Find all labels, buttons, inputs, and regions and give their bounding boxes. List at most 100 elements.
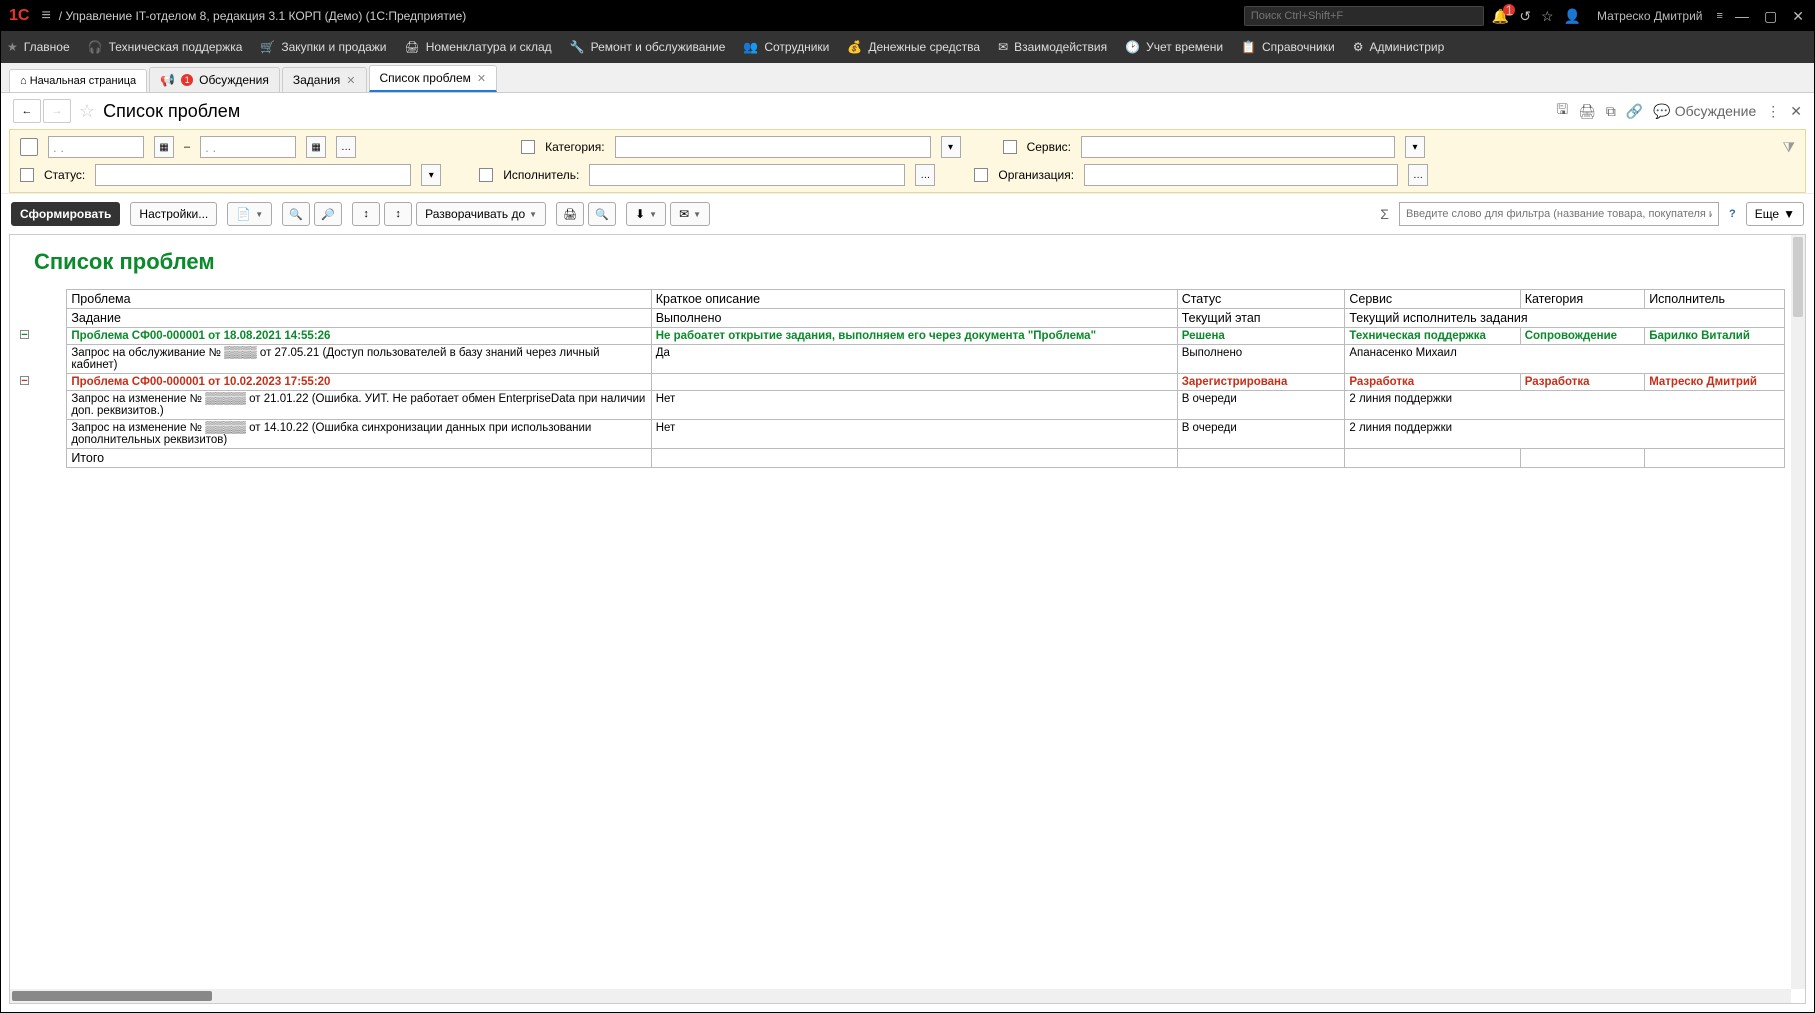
burger-icon[interactable]: ≡ (33, 7, 58, 25)
nav-item-interactions[interactable]: ✉Взаимодействия (998, 40, 1107, 54)
nav-item-repair[interactable]: 🔧Ремонт и обслуживание (570, 40, 726, 54)
find-button[interactable]: 🔍 (282, 202, 310, 226)
print-icon[interactable]: 🖨 (1578, 103, 1596, 120)
form-button[interactable]: Сформировать (11, 202, 120, 226)
col-performer[interactable]: Исполнитель (1645, 290, 1785, 309)
link-icon[interactable]: 🔗 (1626, 103, 1643, 120)
nav-item-stock[interactable]: 🖨Номенклатура и склад (404, 40, 551, 54)
view-menu-icon[interactable]: ≡ (1710, 10, 1728, 22)
performer-checkbox[interactable] (479, 168, 493, 182)
nav-item-main[interactable]: ★Главное (7, 40, 70, 54)
bell-icon[interactable]: 🔔1 (1492, 8, 1509, 25)
org-input[interactable] (1084, 164, 1398, 186)
category-input[interactable] (615, 136, 931, 158)
table-row[interactable]: Запрос на обслуживание № ▒▒▒▒ от 27.05.2… (16, 345, 1785, 374)
back-button[interactable]: ← (13, 99, 41, 123)
nav-item-purchases[interactable]: 🛒Закупки и продажи (260, 40, 386, 54)
sigma-icon[interactable]: Σ (1380, 206, 1389, 222)
period-more-button[interactable]: … (336, 136, 356, 158)
tab-discussions[interactable]: 📢1Обсуждения (149, 67, 280, 92)
nav-item-catalogs[interactable]: 📋Справочники (1241, 40, 1335, 54)
dropdown-icon[interactable]: ▾ (421, 164, 441, 186)
save-report-button[interactable]: ⬇▼ (626, 202, 666, 226)
service-input[interactable] (1081, 136, 1395, 158)
global-search-input[interactable] (1244, 6, 1484, 26)
more-button[interactable]: Еще ▼ (1746, 202, 1804, 226)
nav-item-money[interactable]: 💰Денежные средства (847, 40, 980, 54)
favorite-icon[interactable]: ☆ (79, 101, 95, 122)
nav-item-support[interactable]: 🎧Техническая поддержка (88, 40, 243, 54)
table-row[interactable]: Запрос на изменение № ▒▒▒▒▒ от 21.01.22 … (16, 391, 1785, 420)
nav-item-staff[interactable]: 👥Сотрудники (743, 40, 829, 54)
group-row[interactable]: − Проблема СФ00-000001 от 18.08.2021 14:… (16, 328, 1785, 345)
nav-item-time[interactable]: 🕑Учет времени (1125, 40, 1223, 54)
performer-input[interactable] (589, 164, 905, 186)
calendar-icon[interactable]: ▦ (154, 136, 174, 158)
variants-button[interactable]: 📄▼ (227, 202, 272, 226)
collapse-groups-button[interactable]: ↕ (352, 202, 380, 226)
tab-home[interactable]: ⌂ Начальная страница (9, 69, 147, 92)
dropdown-icon[interactable]: ▾ (1405, 136, 1425, 158)
funnel-icon[interactable]: ⧩ (1783, 139, 1796, 156)
org-checkbox[interactable] (974, 168, 988, 182)
send-report-button[interactable]: ✉▼ (670, 202, 710, 226)
save-icon[interactable]: 🖫 (1556, 99, 1568, 123)
dropdown-icon[interactable]: ▾ (941, 136, 961, 158)
close-icon[interactable]: ✕ (477, 72, 486, 85)
col-summary[interactable]: Краткое описание (651, 290, 1177, 309)
history-icon[interactable]: ↺ (1519, 8, 1531, 25)
print-button[interactable]: 🖨 (556, 202, 584, 226)
forward-button[interactable]: → (43, 99, 71, 123)
group-row[interactable]: − Проблема СФ00-000001 от 10.02.2023 17:… (16, 374, 1785, 391)
col-status[interactable]: Статус (1177, 290, 1345, 309)
calendar-icon[interactable]: ▦ (306, 136, 326, 158)
scrollbar-vertical[interactable] (1791, 235, 1805, 989)
col-problem[interactable]: Проблема (67, 290, 651, 309)
user-icon[interactable]: 👤 (1564, 8, 1581, 25)
nav-item-admin[interactable]: ⚙Администрир (1353, 40, 1445, 54)
col-done[interactable]: Выполнено (651, 309, 1177, 328)
category-label: Категория: (545, 140, 604, 154)
close-page-icon[interactable]: ✕ (1790, 103, 1802, 120)
col-stage[interactable]: Текущий этап (1177, 309, 1345, 328)
table-row[interactable]: Запрос на изменение № ▒▒▒▒▒ от 14.10.22 … (16, 420, 1785, 449)
status-checkbox[interactable] (20, 168, 34, 182)
col-category[interactable]: Категория (1520, 290, 1645, 309)
service-checkbox[interactable] (1003, 140, 1017, 154)
close-icon[interactable]: ✕ (346, 74, 355, 87)
status-label: Статус: (44, 168, 85, 182)
expand-groups-button[interactable]: ↕ (384, 202, 412, 226)
settings-button[interactable]: Настройки... (130, 202, 217, 226)
report-title: Список проблем (34, 249, 1785, 275)
find-next-button[interactable]: 🔎 (314, 202, 342, 226)
preview-button[interactable]: 🔍 (588, 202, 616, 226)
minimize-icon[interactable]: — (1729, 8, 1755, 24)
close-window-icon[interactable]: ✕ (1786, 8, 1810, 24)
performer-more-button[interactable]: … (915, 164, 935, 186)
doc-link-icon[interactable]: ⧉ (1606, 103, 1616, 120)
discuss-button[interactable]: 💬 Обсуждение (1653, 103, 1756, 120)
org-more-button[interactable]: … (1408, 164, 1428, 186)
user-name[interactable]: Матреско Дмитрий (1589, 9, 1710, 23)
col-task[interactable]: Задание (67, 309, 651, 328)
org-label: Организация: (998, 168, 1074, 182)
date-to-input[interactable] (200, 136, 296, 158)
help-button[interactable]: ? (1729, 208, 1736, 220)
col-task-performer[interactable]: Текущий исполнитель задания (1345, 309, 1785, 328)
scrollbar-horizontal[interactable] (10, 989, 1791, 1003)
report-filter-input[interactable] (1399, 202, 1719, 226)
status-input[interactable] (95, 164, 411, 186)
kebab-icon[interactable]: ⋮ (1766, 103, 1780, 120)
category-checkbox[interactable] (521, 140, 535, 154)
tab-problems-list[interactable]: Список проблем✕ (369, 65, 498, 92)
date-from-input[interactable] (48, 136, 144, 158)
maximize-icon[interactable]: ▢ (1758, 8, 1783, 24)
col-service[interactable]: Сервис (1345, 290, 1520, 309)
collapse-icon[interactable]: − (20, 376, 29, 385)
period-picker-button[interactable] (20, 138, 38, 156)
expand-to-button[interactable]: Разворачивать до ▼ (416, 202, 546, 226)
tab-bar: ⌂ Начальная страница 📢1Обсуждения Задани… (1, 63, 1814, 93)
collapse-icon[interactable]: − (20, 330, 29, 339)
tab-tasks[interactable]: Задания✕ (282, 67, 367, 92)
star-icon[interactable]: ☆ (1541, 8, 1554, 25)
